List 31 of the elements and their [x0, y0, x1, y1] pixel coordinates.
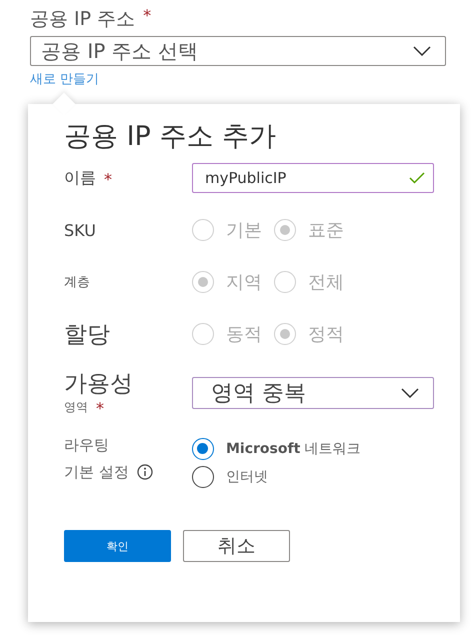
option-label: 지역 — [226, 271, 262, 294]
radio-button[interactable] — [192, 466, 214, 488]
field-label: 이름 — [64, 168, 96, 188]
chevron-down-icon — [413, 46, 431, 56]
field-label: 가용성 — [64, 370, 133, 399]
option-label: 기본 — [226, 219, 262, 242]
chevron-down-icon — [401, 388, 419, 398]
cancel-button[interactable]: 취소 — [183, 530, 290, 562]
ok-button[interactable]: 확인 — [64, 530, 171, 562]
field-label: 공용 IP 주소 — [30, 7, 136, 32]
required-asterisk: * — [96, 399, 104, 418]
option-label: 전체 — [308, 271, 344, 294]
name-input[interactable]: myPublicIP — [192, 163, 434, 193]
option-label: 인터넷 — [226, 468, 268, 486]
required-asterisk: * — [143, 6, 152, 25]
public-ip-dropdown[interactable]: 공용 IP 주소 선택 — [30, 36, 446, 66]
field-label: 계층 — [64, 274, 90, 291]
radio-button[interactable] — [192, 438, 214, 460]
field-label: SKU — [64, 220, 96, 240]
option-label: 동적 — [226, 323, 262, 346]
option-label: 정적 — [308, 323, 344, 346]
info-icon[interactable] — [136, 464, 153, 480]
field-sublabel: 영역 — [64, 399, 88, 416]
option-label: 표준 — [308, 219, 344, 242]
availability-zone-dropdown[interactable]: 영역 중복 — [192, 377, 434, 409]
field-label: 기본 설정 — [64, 462, 129, 483]
field-label: 라우팅 — [64, 435, 110, 456]
required-asterisk: * — [104, 170, 112, 188]
field-label: 할당 — [64, 320, 110, 350]
panel-title: 공용 IP 주소 추가 — [64, 120, 277, 154]
option-label: Microsoft 네트워크 — [226, 440, 361, 458]
